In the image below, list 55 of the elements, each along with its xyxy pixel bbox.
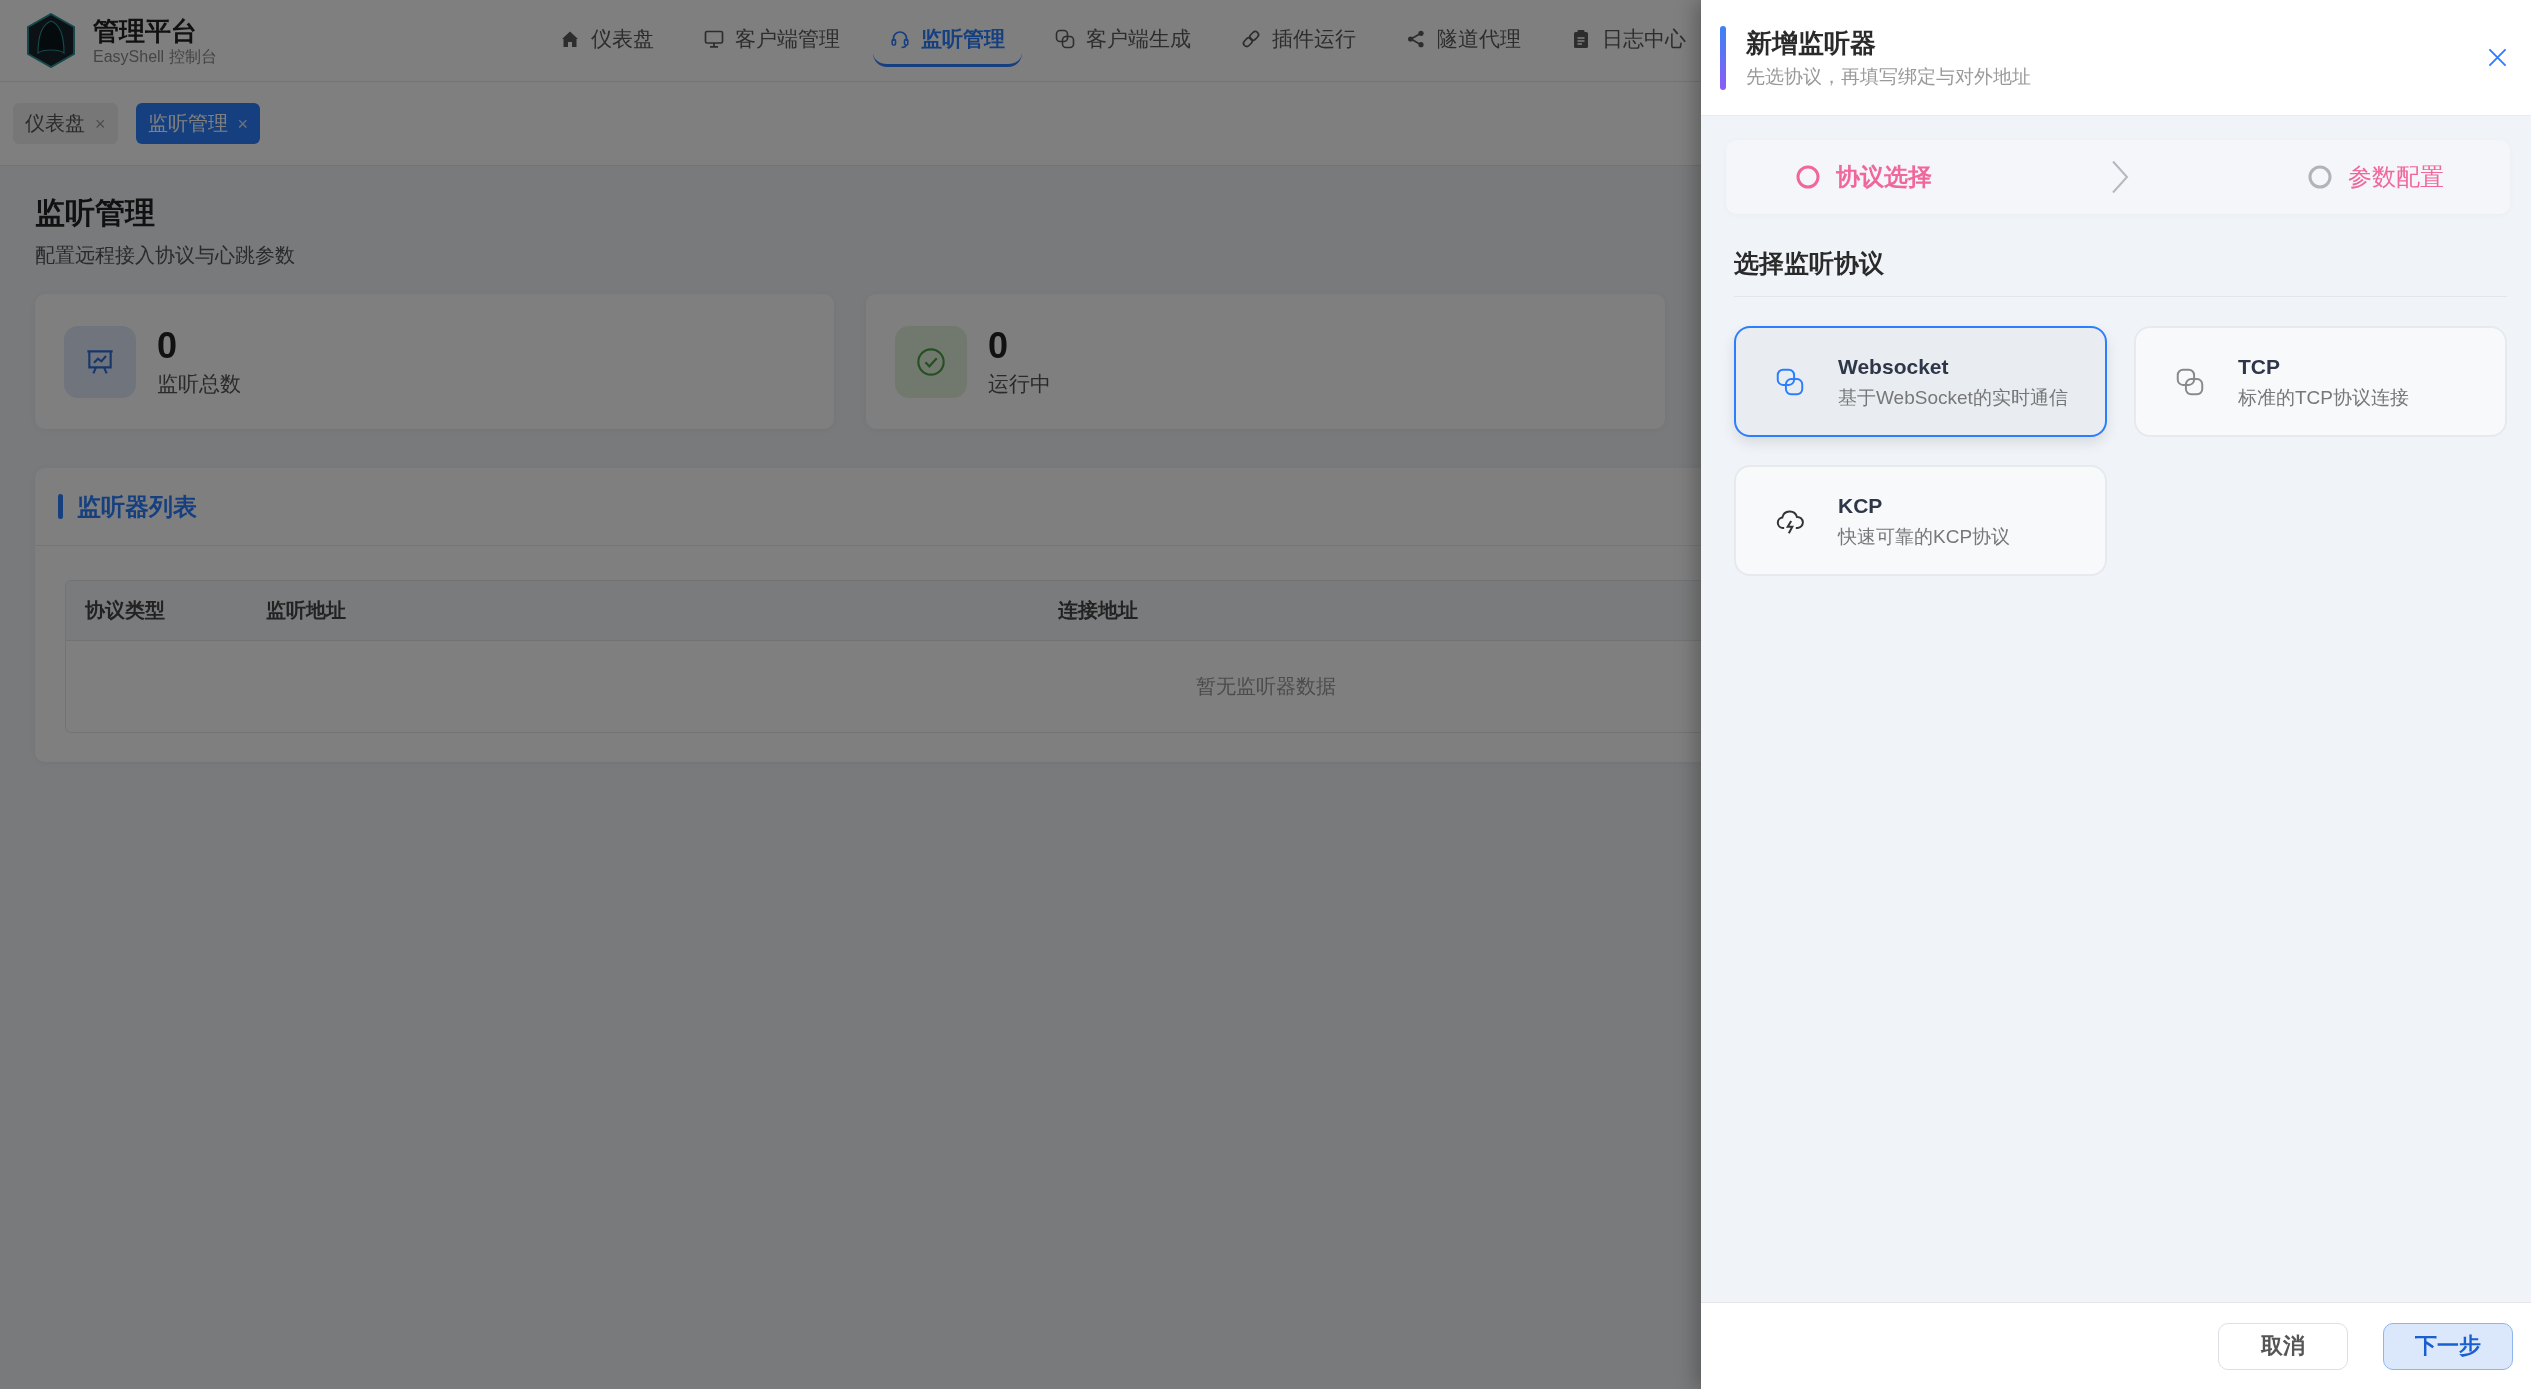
column-header: 连接地址 [1057, 598, 1138, 623]
section-title: 选择监听协议 [1734, 246, 2507, 297]
linked-squares-icon [1055, 29, 1075, 49]
clipboard-icon [1571, 29, 1591, 49]
drawer-subtitle: 先选协议，再填写绑定与对外地址 [1746, 64, 2031, 89]
linked-squares-icon [2176, 367, 2204, 396]
nav-item[interactable]: 隧道代理 [1389, 14, 1538, 67]
link-icon [1241, 29, 1261, 49]
option-title: TCP [2238, 353, 2280, 380]
stat-label: 运行中 [988, 370, 1051, 397]
tab-close-button[interactable]: × [95, 114, 106, 133]
nav-item[interactable]: 客户端管理 [687, 14, 857, 67]
protocol-option[interactable]: Websocket 基于WebSocket的实时通信 [1734, 326, 2107, 437]
drawer-title: 新增监听器 [1746, 26, 1876, 59]
nav-item[interactable]: 插件运行 [1224, 14, 1373, 67]
column-header: 监听地址 [265, 598, 346, 623]
protocol-option[interactable]: KCP 快速可靠的KCP协议 [1734, 465, 2107, 576]
accent-bar [58, 494, 63, 519]
nav-item[interactable]: 仪表盘 [543, 14, 671, 67]
close-button[interactable] [2488, 48, 2507, 67]
panel-title: 监听器列表 [77, 491, 197, 522]
stat-value: 0 [988, 325, 1009, 366]
option-title: Websocket [1838, 353, 1949, 380]
home-icon [560, 29, 580, 49]
linked-squares-icon [1776, 367, 1804, 396]
page-tab[interactable]: 仪表盘 × [13, 103, 118, 144]
step-label: 协议选择 [1836, 162, 1932, 192]
page-tab[interactable]: 监听管理 × [135, 103, 261, 144]
stat-value: 0 [157, 325, 178, 366]
chart-board-icon [64, 325, 136, 398]
nav-item[interactable]: 客户端生成 [1038, 14, 1208, 67]
close-icon [2488, 48, 2507, 67]
share-icon [1406, 29, 1426, 49]
page-subtitle: 配置远程接入协议与心跳参数 [35, 243, 295, 268]
protocol-option[interactable]: TCP 标准的TCP协议连接 [2134, 326, 2507, 437]
nav-item[interactable]: 监听管理 [873, 14, 1022, 67]
step-label: 参数配置 [2348, 162, 2444, 192]
option-title: KCP [1838, 492, 1883, 519]
option-description: 标准的TCP协议连接 [2238, 385, 2409, 410]
accent-bar [1720, 25, 1726, 90]
app-title: 管理平台 [93, 14, 197, 47]
headset-icon [890, 29, 910, 49]
next-button[interactable]: 下一步 [2383, 1322, 2513, 1370]
monitor-icon [704, 29, 724, 49]
column-header: 协议类型 [84, 598, 165, 623]
nav-item[interactable]: 日志中心 [1554, 14, 1703, 67]
page-title: 监听管理 [35, 195, 155, 231]
app-subtitle: EasyShell 控制台 [93, 46, 217, 67]
logo-icon [26, 13, 76, 68]
cancel-button[interactable]: 取消 [2218, 1322, 2348, 1370]
option-description: 基于WebSocket的实时通信 [1838, 385, 2068, 410]
option-description: 快速可靠的KCP协议 [1838, 524, 2011, 549]
chevron-right-icon [2111, 160, 2129, 194]
tab-close-button[interactable]: × [237, 114, 249, 133]
stat-label: 监听总数 [157, 370, 241, 397]
